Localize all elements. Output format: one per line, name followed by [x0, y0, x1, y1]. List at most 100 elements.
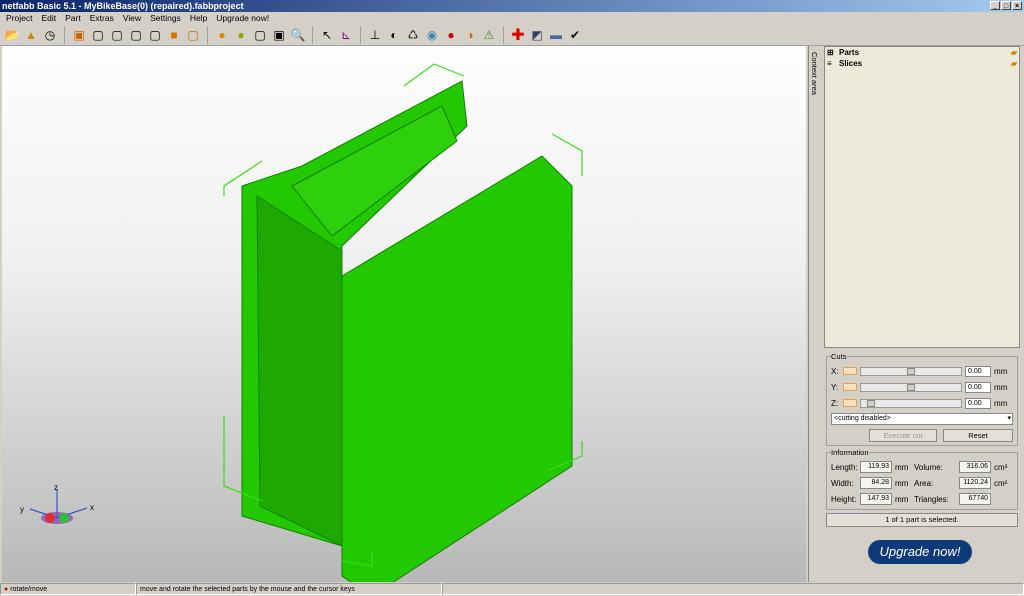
zoom-icon[interactable]: 🔍 — [290, 27, 306, 43]
project-tree: ⊞ Parts ▰ ≡ Slices ▰ — [824, 46, 1020, 348]
shading-icon[interactable]: ◐ — [386, 27, 402, 43]
cut-z-color[interactable] — [843, 399, 857, 407]
3d-viewport[interactable]: z x y — [2, 46, 806, 596]
repair-icon[interactable]: ♺ — [405, 27, 421, 43]
select-cursor-icon[interactable]: ↖ — [319, 27, 335, 43]
unit-label: mm — [994, 366, 1008, 376]
add-part-icon[interactable]: ▲ — [23, 27, 39, 43]
cuts-legend: Cuts — [831, 352, 847, 361]
view-top-icon[interactable]: ▢ — [147, 27, 163, 43]
upgrade-now-button[interactable]: Upgrade now! — [868, 540, 972, 564]
parts-folder-icon[interactable]: ▰ — [1011, 47, 1017, 58]
menu-bar: Project Edit Part Extras View Settings H… — [0, 12, 269, 24]
apply-check-icon[interactable]: ✔ — [567, 27, 583, 43]
width-label: Width: — [831, 478, 854, 488]
height-value: 147.93 — [860, 493, 892, 505]
length-label: Length: — [831, 462, 858, 472]
cut-mode-select[interactable]: <cutting disabled> ▾ — [831, 413, 1013, 425]
length-value: 119.93 — [860, 461, 892, 473]
slices-folder-icon[interactable]: ▰ — [1011, 58, 1017, 69]
cut-z-slider[interactable] — [860, 398, 962, 408]
menu-upgrade[interactable]: Upgrade now! — [216, 12, 269, 24]
cut-y-label: Y: — [831, 382, 839, 392]
unit-label: mm — [895, 494, 909, 504]
open-project-icon[interactable]: 📂 — [4, 27, 20, 43]
view-bottom-icon[interactable]: ■ — [166, 27, 182, 43]
view-front-icon[interactable]: ▣ — [71, 27, 87, 43]
slices-icon: ≡ — [827, 59, 832, 68]
view-back-icon[interactable]: ▢ — [90, 27, 106, 43]
reset-button[interactable]: Reset — [943, 428, 1013, 442]
status-mode: rotate/move — [10, 586, 48, 593]
unit-label: mm — [895, 478, 909, 488]
tree-item-slices[interactable]: ≡ Slices ▰ — [825, 58, 1019, 69]
zoom-part-icon[interactable]: ▣ — [271, 27, 287, 43]
menu-help[interactable]: Help — [190, 12, 207, 24]
move-icon[interactable]: ⊾ — [338, 27, 354, 43]
unit-label: mm — [895, 462, 909, 472]
width-value: 84.28 — [860, 477, 892, 489]
information-legend: Information — [831, 448, 869, 457]
axis-y-label: y — [20, 505, 24, 514]
cut-x-input[interactable]: 0.00 — [965, 365, 991, 377]
triangles-value: 67740 — [959, 493, 991, 505]
history-icon[interactable]: ◷ — [42, 27, 58, 43]
cut-x-slider[interactable] — [860, 366, 962, 376]
analysis-icon[interactable]: ⚠ — [481, 27, 497, 43]
unit-label: mm — [994, 382, 1008, 392]
zoom-all-icon[interactable]: ● — [233, 27, 249, 43]
unit-label: cm³ — [994, 462, 1008, 472]
context-area-tab[interactable]: Context area — [808, 46, 822, 582]
part-model[interactable]: z x y — [2, 46, 806, 596]
view-iso-icon[interactable]: ▢ — [185, 27, 201, 43]
zoom-platform-icon[interactable]: ▢ — [252, 27, 268, 43]
cut-y-input[interactable]: 0.00 — [965, 381, 991, 393]
cut-x-label: X: — [831, 366, 839, 376]
information-group: Information Length: 119.93 mm Volume: 316.06… — [826, 448, 1018, 510]
execute-cut-button[interactable]: Execute cut — [869, 428, 937, 442]
view-right-icon[interactable]: ▢ — [128, 27, 144, 43]
height-label: Height: — [831, 494, 857, 504]
menu-edit[interactable]: Edit — [41, 12, 56, 24]
title-bar: netfabb Basic 5.1 - MyBikeBase(0) (repai… — [0, 0, 1024, 12]
slices-label: Slices — [839, 59, 863, 68]
triangles-label: Triangles: — [914, 494, 949, 504]
status-bar: ● rotate/move move and rotate the select… — [0, 583, 1024, 596]
volume-value: 316.06 — [959, 461, 991, 473]
zoom-selection-icon[interactable]: ● — [214, 27, 230, 43]
section-icon[interactable]: ◑ — [462, 27, 478, 43]
scale-icon[interactable]: ◩ — [529, 27, 545, 43]
area-label: Area: — [914, 478, 934, 488]
add-icon[interactable]: ✚ — [510, 27, 526, 44]
maximize-button[interactable]: □ — [1001, 1, 1011, 10]
measure-icon[interactable]: ⊥ — [367, 27, 383, 43]
cut-mode-value: <cutting disabled> — [834, 415, 891, 422]
cut-y-slider[interactable] — [860, 382, 962, 392]
menu-extras[interactable]: Extras — [90, 12, 114, 24]
cut-x-color[interactable] — [843, 367, 857, 375]
menu-view[interactable]: View — [123, 12, 141, 24]
minimize-button[interactable]: _ — [990, 1, 1000, 10]
menu-project[interactable]: Project — [6, 12, 32, 24]
axis-z-label: z — [54, 483, 58, 492]
minus-icon[interactable]: ▬ — [548, 27, 564, 43]
axis-x-label: x — [90, 503, 94, 512]
context-area-label: Context area — [810, 52, 819, 95]
cut-y-color[interactable] — [843, 383, 857, 391]
color-icon[interactable]: ● — [443, 27, 459, 43]
menu-settings[interactable]: Settings — [150, 12, 181, 24]
cut-z-label: Z: — [831, 398, 839, 408]
view-left-icon[interactable]: ▢ — [109, 27, 125, 43]
selection-status: 1 of 1 part is selected. — [826, 513, 1018, 527]
area-value: 1120.24 — [959, 477, 991, 489]
window-title: netfabb Basic 5.1 - MyBikeBase(0) (repai… — [2, 1, 244, 11]
chevron-down-icon: ▾ — [1007, 415, 1011, 422]
menu-part[interactable]: Part — [65, 12, 81, 24]
cuts-group: Cuts X: 0.00 mm Y: 0.00 mm Z: 0.00 mm <cutting… — [826, 352, 1018, 446]
tree-item-parts[interactable]: ⊞ Parts ▰ — [825, 47, 1019, 58]
close-button[interactable]: × — [1012, 1, 1022, 10]
cut-z-input[interactable]: 0.00 — [965, 397, 991, 409]
toolbar: 📂 ▲ ◷ ▣ ▢ ▢ ▢ ▢ ■ ▢ ● ● ▢ ▣ 🔍 ↖ ⊾ ⊥ ◐ ♺ … — [0, 24, 1024, 46]
axis-gizmo: z x y — [20, 483, 94, 524]
mesh-icon[interactable]: ◉ — [424, 27, 440, 43]
